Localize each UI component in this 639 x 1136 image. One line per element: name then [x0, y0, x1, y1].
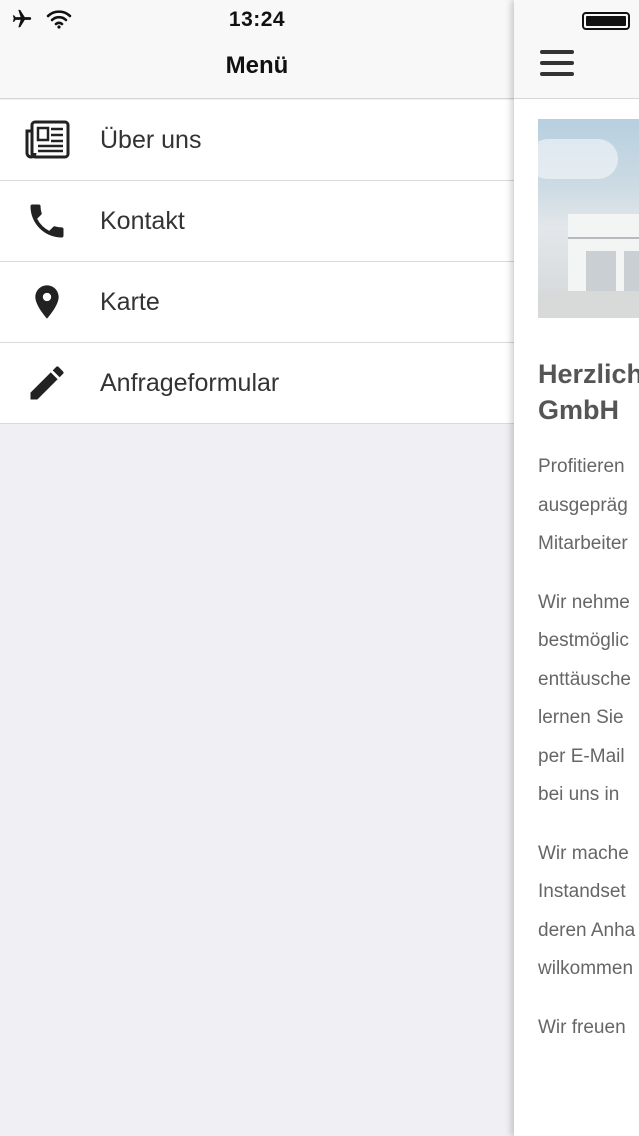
drawer-header: 13:24 Menü — [0, 0, 514, 99]
status-time: 13:24 — [228, 8, 286, 31]
battery-icon — [582, 12, 630, 30]
newspaper-icon — [22, 115, 72, 165]
menu-list: Über uns Kontakt Karte Anfrageformular — [0, 100, 514, 424]
pencil-icon — [22, 358, 72, 408]
article-content: Herzlich GmbH Profitieren ausgepräg Mita… — [538, 356, 639, 1067]
phone-icon — [22, 196, 72, 246]
drawer-title: Menü — [225, 52, 289, 79]
hamburger-menu-icon[interactable] — [540, 50, 574, 76]
paragraph: Wir freuen — [538, 1016, 626, 1038]
hero-image — [538, 119, 639, 318]
main-content-panel[interactable]: Herzlich GmbH Profitieren ausgepräg Mita… — [514, 0, 639, 1136]
page-heading: Herzlich GmbH — [538, 359, 639, 425]
app-screen: 13:24 Menü Über uns Kontakt Karte Anfrag… — [0, 0, 639, 1136]
map-pin-icon — [22, 277, 72, 327]
paragraph: Wir nehme bestmöglic enttäusche lernen S… — [538, 591, 631, 806]
menu-item-karte[interactable]: Karte — [0, 262, 514, 343]
menu-item-ueber-uns[interactable]: Über uns — [0, 100, 514, 181]
menu-item-label: Kontakt — [100, 206, 185, 235]
paragraph: Wir mache Instandset deren Anha wilkomme… — [538, 842, 636, 980]
paragraph: Profitieren ausgepräg Mitarbeiter — [538, 456, 628, 554]
menu-item-label: Karte — [100, 287, 160, 316]
menu-item-anfrageformular[interactable]: Anfrageformular — [0, 343, 514, 424]
menu-item-label: Anfrageformular — [100, 368, 280, 397]
menu-item-kontakt[interactable]: Kontakt — [0, 181, 514, 262]
main-header — [514, 0, 639, 99]
navigation-drawer: 13:24 Menü Über uns Kontakt Karte Anfrag… — [0, 0, 514, 1136]
menu-item-label: Über uns — [100, 125, 202, 154]
